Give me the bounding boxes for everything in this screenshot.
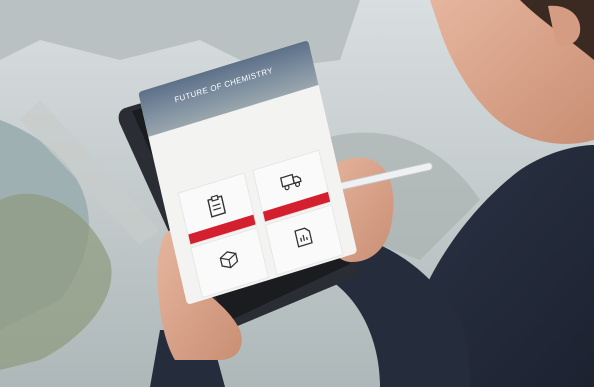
- clipboard-icon: [207, 194, 227, 218]
- box-icon: [219, 251, 239, 269]
- truck-icon: [279, 173, 302, 191]
- document-chart-icon: [294, 227, 313, 248]
- tab-2[interactable]: [169, 139, 170, 142]
- tab-3[interactable]: [179, 136, 180, 139]
- info-line-2: [166, 126, 281, 161]
- tab-1[interactable]: [159, 141, 161, 145]
- app-tab-bar: [159, 136, 180, 145]
